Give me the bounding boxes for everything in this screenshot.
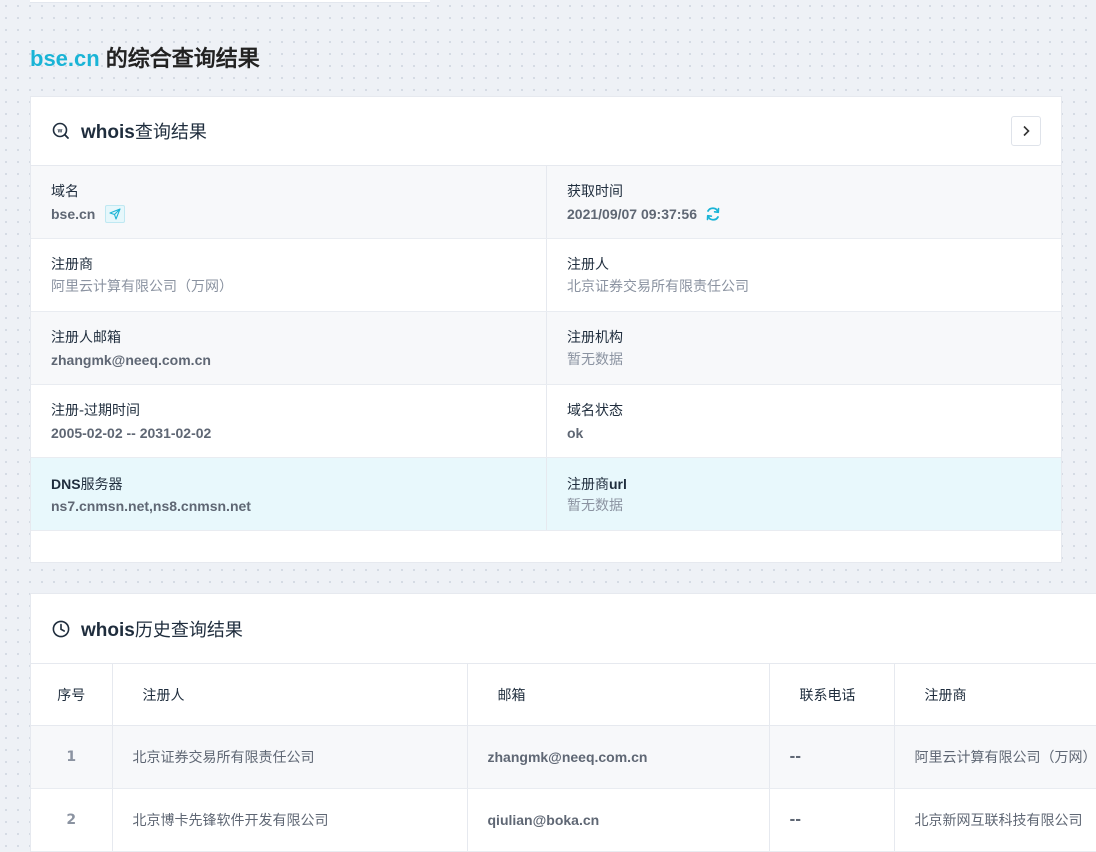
registrar-url-value: 暂无数据 <box>567 498 623 514</box>
refresh-icon[interactable] <box>705 206 721 222</box>
status-value: ok <box>567 425 584 441</box>
registrant-value: 北京证券交易所有限责任公司 <box>567 279 749 295</box>
row-registrant: 北京博卡先锋软件开发有限公司 <box>112 788 468 852</box>
col-header-registrant: 注册人 <box>112 663 468 726</box>
org-value: 暂无数据 <box>567 352 623 368</box>
row-phone: -- <box>769 725 895 789</box>
whois-grid: 域名 bse.cn 获取时间 2021/09/07 09:37:56 注册商 阿… <box>31 166 1061 531</box>
period-cell: 注册-过期时间 2005-02-02 -- 2031-02-02 <box>31 385 546 457</box>
whois-logo-icon: w <box>52 122 70 140</box>
whois-row: DNS服务器 ns7.cnmsn.net,ns8.cnmsn.net 注册商ur… <box>31 458 1061 531</box>
clock-icon <box>52 620 70 638</box>
email-value: zhangmk@neeq.com.cn <box>51 352 211 368</box>
row-registrar: 北京新网互联科技有限公司 <box>894 788 1096 852</box>
domain-cell: 域名 bse.cn <box>31 166 546 238</box>
registrar-url-cell: 注册商url 暂无数据 <box>546 458 1061 530</box>
page-title: bse.cn 的综合查询结果 <box>30 42 260 76</box>
registrant-label: 注册人 <box>567 257 609 273</box>
history-card-title: whois历史查询结果 <box>81 619 243 641</box>
fetch-time-value: 2021/09/07 09:37:56 <box>567 206 697 222</box>
fetch-time-label: 获取时间 <box>567 184 623 200</box>
row-registrant: 北京证券交易所有限责任公司 <box>112 725 468 789</box>
row-registrar: 阿里云计算有限公司（万网） <box>894 725 1096 789</box>
page-title-domain: bse.cn <box>30 46 100 71</box>
whois-card: w whois查询结果 域名 bse.cn 获取时间 2021/09/07 09… <box>30 96 1062 563</box>
email-cell: 注册人邮箱 zhangmk@neeq.com.cn <box>31 312 546 384</box>
registrar-label: 注册商 <box>51 257 93 273</box>
row-phone: -- <box>769 788 895 852</box>
org-cell: 注册机构 暂无数据 <box>546 312 1061 384</box>
registrar-cell: 注册商 阿里云计算有限公司（万网） <box>31 239 546 311</box>
svg-text:w: w <box>57 128 63 134</box>
registrar-url-label: 注册商url <box>567 476 627 493</box>
status-label: 域名状态 <box>567 403 623 419</box>
top-strip <box>30 0 430 3</box>
row-email: qiulian@boka.cn <box>467 788 770 852</box>
org-label: 注册机构 <box>567 330 623 346</box>
whois-card-title: whois查询结果 <box>81 122 207 143</box>
domain-label: 域名 <box>51 184 79 200</box>
period-value: 2005-02-02 -- 2031-02-02 <box>51 425 212 441</box>
dns-cell: DNS服务器 ns7.cnmsn.net,ns8.cnmsn.net <box>31 458 546 530</box>
domain-value: bse.cn <box>51 206 96 222</box>
history-table: 序号 注册人 邮箱 联系电话 注册商 1 北京证券交易所有限责任公司 zhang… <box>31 663 1096 852</box>
whois-row: 注册商 阿里云计算有限公司（万网） 注册人 北京证券交易所有限责任公司 <box>31 239 1061 312</box>
email-label: 注册人邮箱 <box>51 330 121 346</box>
registrant-cell: 注册人 北京证券交易所有限责任公司 <box>546 239 1061 311</box>
expand-button[interactable] <box>1011 116 1041 146</box>
whois-row: 域名 bse.cn 获取时间 2021/09/07 09:37:56 <box>31 166 1061 239</box>
row-no: 1 <box>31 725 113 789</box>
col-header-registrar: 注册商 <box>894 663 1096 726</box>
history-header-row: 序号 注册人 邮箱 联系电话 注册商 <box>31 663 1096 726</box>
row-email: zhangmk@neeq.com.cn <box>467 725 770 789</box>
col-header-phone: 联系电话 <box>769 663 895 726</box>
whois-row: 注册人邮箱 zhangmk@neeq.com.cn 注册机构 暂无数据 <box>31 312 1061 385</box>
chevron-right-icon <box>1023 125 1030 137</box>
dns-value: ns7.cnmsn.net,ns8.cnmsn.net <box>51 498 251 514</box>
dns-label: DNS服务器 <box>51 476 123 493</box>
send-arrow-icon[interactable] <box>105 205 126 223</box>
registrar-value: 阿里云计算有限公司（万网） <box>51 279 233 295</box>
status-cell: 域名状态 ok <box>546 385 1061 457</box>
table-row[interactable]: 1 北京证券交易所有限责任公司 zhangmk@neeq.com.cn -- 阿… <box>31 725 1096 789</box>
fetch-time-cell: 获取时间 2021/09/07 09:37:56 <box>546 166 1061 238</box>
whois-row: 注册-过期时间 2005-02-02 -- 2031-02-02 域名状态 ok <box>31 385 1061 458</box>
history-card-header: whois历史查询结果 <box>31 594 1096 663</box>
period-label: 注册-过期时间 <box>51 403 141 419</box>
table-row[interactable]: 2 北京博卡先锋软件开发有限公司 qiulian@boka.cn -- 北京新网… <box>31 788 1096 852</box>
whois-card-header: w whois查询结果 <box>31 97 1061 166</box>
page-title-suffix: 的综合查询结果 <box>105 47 260 72</box>
row-no: 2 <box>31 788 113 852</box>
history-card: whois历史查询结果 序号 注册人 邮箱 联系电话 注册商 1 北京证券交易所… <box>30 593 1096 852</box>
col-header-no: 序号 <box>31 663 113 726</box>
col-header-email: 邮箱 <box>467 663 770 726</box>
